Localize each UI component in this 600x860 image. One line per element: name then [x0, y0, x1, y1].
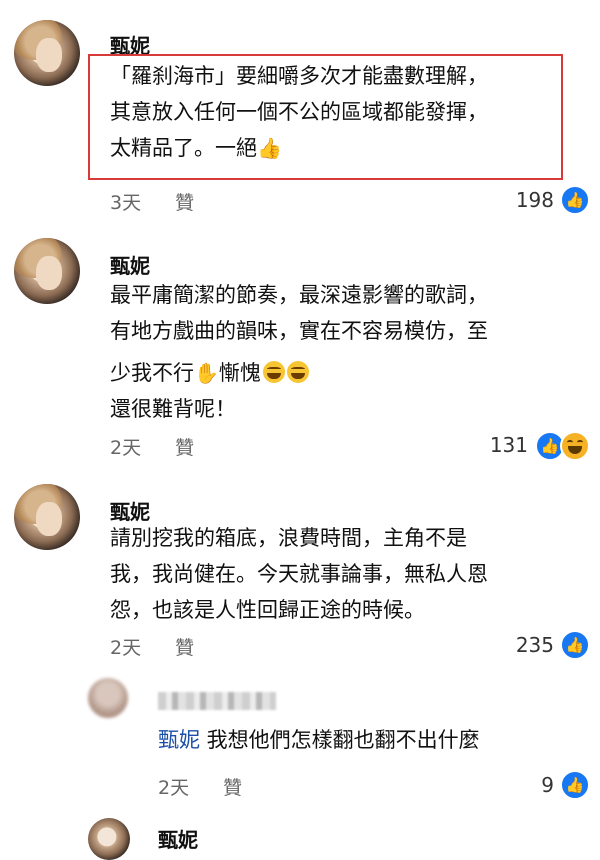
- like-button[interactable]: 贊: [175, 437, 194, 459]
- like-reaction-icon[interactable]: 👍: [560, 185, 590, 215]
- reply-text: 甄妮 我想他們怎樣翻也翻不出什麼: [158, 728, 480, 752]
- avatar[interactable]: [14, 484, 80, 550]
- avatar[interactable]: [14, 238, 80, 304]
- comment-time: 3天: [110, 192, 142, 214]
- comment-meta: 3天 贊: [110, 188, 194, 215]
- like-count: 9: [541, 773, 554, 797]
- comment-line: 還很難背呢！: [110, 397, 236, 421]
- highlight-box: [88, 54, 563, 180]
- comment-meta: 2天 贊: [110, 433, 194, 460]
- comment-line: 有地方戲曲的韻味，實在不容易模仿，至: [110, 319, 488, 343]
- like-button[interactable]: 贊: [223, 777, 242, 799]
- haha-reaction-icon[interactable]: [560, 431, 590, 461]
- comment-line: 我，我尚健在。今天就事論事，無私人恩: [110, 562, 488, 586]
- comment-line: 怨，也該是人性回歸正途的時候。: [110, 598, 425, 622]
- like-count: 198: [515, 188, 554, 212]
- like-button[interactable]: 贊: [175, 192, 194, 214]
- comment-line: 請別挖我的箱底，浪費時間，主角不是: [110, 526, 467, 550]
- raised-hand-icon: ✋: [194, 361, 219, 385]
- avatar[interactable]: [88, 818, 130, 860]
- comment-line: 最平庸簡潔的節奏，最深遠影響的歌詞，: [110, 283, 488, 307]
- comment-text: 請別挖我的箱底，浪費時間，主角不是 我，我尚健在。今天就事論事，無私人恩 怨，也…: [110, 520, 580, 628]
- like-count: 235: [515, 633, 554, 657]
- like-reaction-icon[interactable]: 👍: [560, 630, 590, 660]
- comment-meta: 2天 贊: [110, 633, 194, 660]
- comment-author[interactable]: 甄妮: [158, 824, 198, 853]
- mention-link[interactable]: 甄妮: [158, 728, 200, 752]
- laughing-emoji-icon: [286, 361, 309, 383]
- comment-time: 2天: [110, 637, 142, 659]
- comment-line: 少我不行✋慚愧: [110, 355, 580, 391]
- reply-meta: 2天 贊: [158, 773, 242, 800]
- reply-author-blurred: [158, 692, 276, 710]
- reply-avatar[interactable]: [88, 678, 128, 718]
- like-count: 131: [489, 433, 528, 457]
- reply-time: 2天: [158, 777, 190, 799]
- like-button[interactable]: 贊: [175, 637, 194, 659]
- avatar[interactable]: [14, 20, 80, 86]
- comment-text: 最平庸簡潔的節奏，最深遠影響的歌詞， 有地方戲曲的韻味，實在不容易模仿，至 少我…: [110, 277, 580, 427]
- like-reaction-icon[interactable]: 👍: [560, 770, 590, 800]
- comment-time: 2天: [110, 437, 142, 459]
- laughing-emoji-icon: [262, 361, 285, 383]
- comment-author[interactable]: 甄妮: [110, 250, 150, 279]
